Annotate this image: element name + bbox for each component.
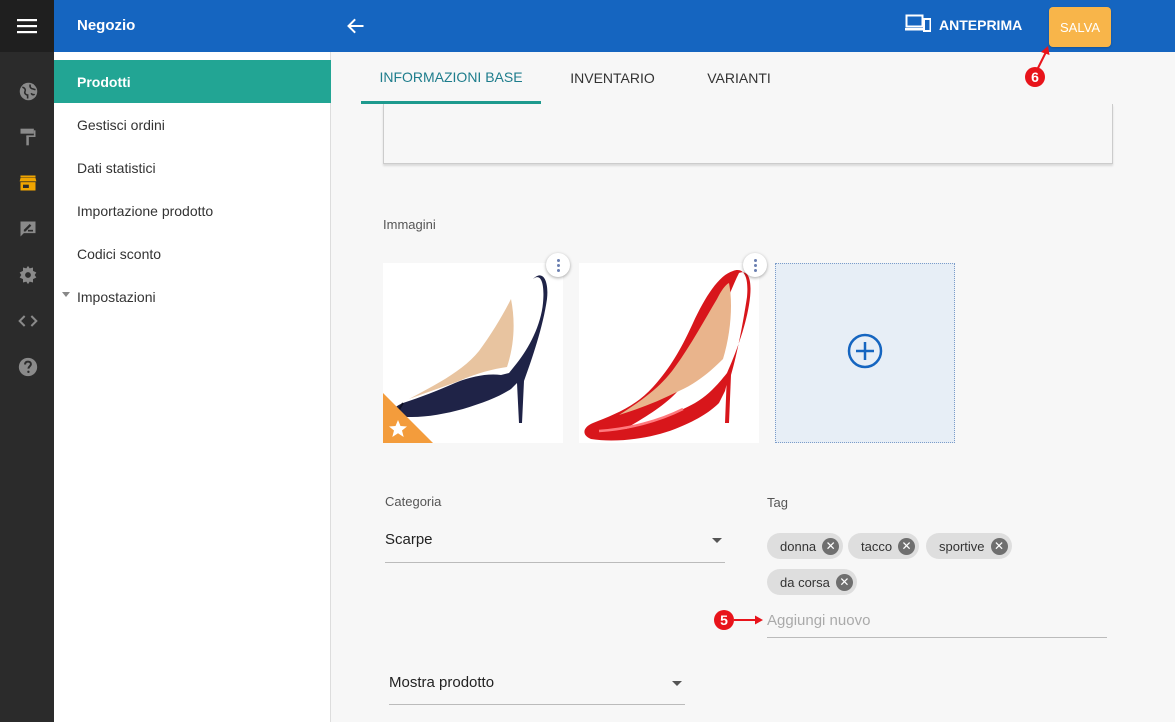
sidebar-item-gestisci-ordini[interactable]: Gestisci ordini	[54, 103, 331, 146]
tag-chip: da corsa ✕	[767, 569, 857, 595]
product-tabs: INFORMAZIONI BASE INVENTARIO VARIANTI	[361, 52, 794, 104]
tag-chip-label: donna	[780, 538, 817, 554]
product-image-navy-pump[interactable]	[383, 263, 563, 443]
tag-chip: donna ✕	[767, 533, 844, 559]
menu-icon[interactable]	[0, 0, 54, 52]
tab-informazioni-base[interactable]: INFORMAZIONI BASE	[361, 52, 541, 104]
callout-arrow-6	[1037, 46, 1050, 69]
sidebar-item-dati-statistici[interactable]: Dati statistici	[54, 146, 331, 189]
image-options-menu-icon[interactable]	[743, 253, 767, 277]
tag-chip-label: da corsa	[780, 574, 830, 590]
callout-arrow-5	[734, 615, 763, 625]
description-editor[interactable]	[383, 104, 1113, 164]
code-icon[interactable]	[17, 310, 39, 332]
dropdown-caret-icon	[672, 681, 682, 686]
category-select[interactable]: Scarpe	[385, 520, 725, 563]
tag-chip: sportive ✕	[926, 533, 1012, 559]
remove-tag-icon[interactable]: ✕	[822, 537, 840, 555]
visibility-value: Mostra prodotto	[389, 674, 495, 691]
sidebar-item-importazione-prodotto[interactable]: Importazione prodotto	[54, 189, 331, 232]
dropdown-caret-icon	[712, 538, 722, 543]
top-header: Negozio ANTEPRIMA SALVA	[54, 0, 1175, 52]
tag-chip-label: tacco	[861, 538, 893, 554]
add-circle-icon	[847, 333, 883, 374]
sidebar-item-prodotti[interactable]: Prodotti	[54, 60, 331, 103]
remove-tag-icon[interactable]: ✕	[990, 537, 1008, 555]
feedback-icon[interactable]	[17, 218, 39, 240]
devices-icon	[905, 14, 932, 35]
tags-label: Tag	[767, 495, 788, 510]
caret-down-icon	[62, 292, 70, 297]
sidebar-item-label: Importazione prodotto	[77, 202, 214, 219]
add-image-button[interactable]	[775, 263, 955, 443]
globe-icon[interactable]	[17, 80, 39, 102]
sidebar-item-label: Gestisci ordini	[77, 116, 165, 133]
settings-gear-icon[interactable]	[17, 264, 39, 286]
sidebar-item-label: Codici sconto	[77, 245, 162, 262]
preview-label: ANTEPRIMA	[939, 16, 1023, 33]
callout-badge-5: 5	[714, 610, 734, 630]
new-tag-input[interactable]	[767, 604, 1107, 638]
images-label: Immagini	[383, 217, 436, 232]
app-rail	[0, 0, 54, 722]
save-button[interactable]: SALVA	[1049, 7, 1111, 47]
remove-tag-icon[interactable]: ✕	[898, 537, 916, 555]
visibility-select[interactable]: Mostra prodotto	[389, 663, 685, 705]
sidebar-item-label: Impostazioni	[77, 288, 156, 305]
image-options-menu-icon[interactable]	[546, 253, 570, 277]
sidebar-item-impostazioni[interactable]: Impostazioni	[54, 275, 331, 318]
preview-button[interactable]: ANTEPRIMA	[905, 14, 1022, 35]
back-arrow-icon[interactable]	[346, 16, 368, 38]
sidebar: Prodotti Gestisci ordini Dati statistici…	[54, 52, 331, 722]
product-image-red-pump[interactable]	[579, 263, 759, 443]
tab-inventario[interactable]: INVENTARIO	[541, 52, 684, 104]
help-icon[interactable]	[17, 356, 39, 378]
tab-varianti[interactable]: VARIANTI	[684, 52, 794, 104]
category-value: Scarpe	[385, 531, 433, 548]
store-icon[interactable]	[17, 172, 39, 194]
tag-chip: tacco ✕	[848, 533, 920, 559]
sidebar-item-label: Prodotti	[77, 73, 131, 90]
category-label: Categoria	[385, 494, 442, 509]
paint-roller-icon[interactable]	[17, 126, 39, 148]
sidebar-item-codici-sconto[interactable]: Codici sconto	[54, 232, 331, 275]
sidebar-item-label: Dati statistici	[77, 159, 156, 176]
section-title: Negozio	[77, 17, 136, 34]
tag-chip-label: sportive	[939, 538, 985, 554]
callout-badge-6: 6	[1025, 67, 1045, 87]
remove-tag-icon[interactable]: ✕	[835, 573, 853, 591]
